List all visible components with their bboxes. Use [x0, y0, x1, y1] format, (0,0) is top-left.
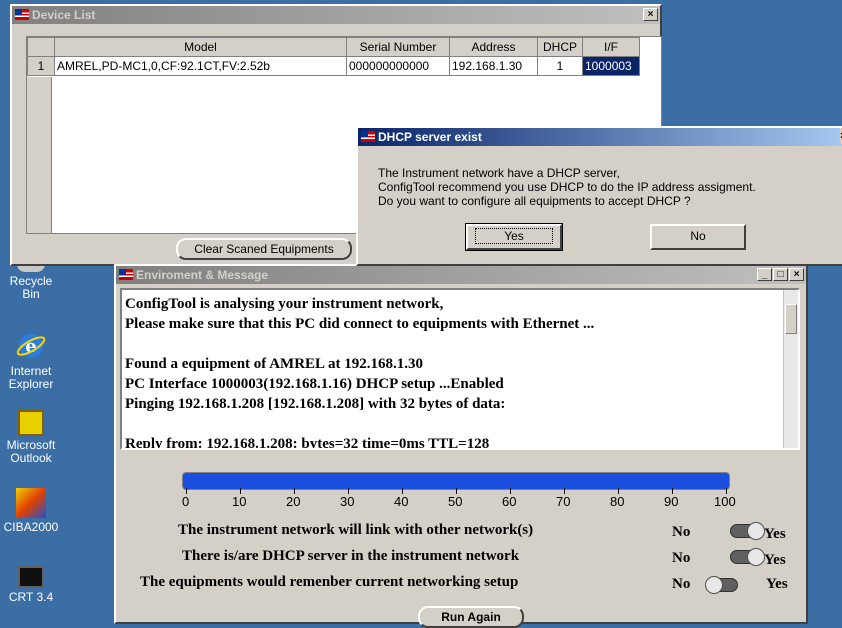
close-button[interactable]: ×: [643, 8, 658, 21]
desktop-icon-label: CIBA2000: [3, 520, 59, 534]
app-flag-icon: [119, 269, 133, 280]
progress-tick-label: 100: [714, 494, 736, 509]
row-header-strip: [27, 77, 52, 233]
table-header-row: Model Serial Number Address DHCP I/F: [27, 37, 640, 57]
column-header-dhcp[interactable]: DHCP: [537, 37, 583, 57]
progress-tick-label: 10: [232, 494, 247, 509]
column-header-model[interactable]: Model: [54, 37, 347, 57]
option-toggle-dhcp-server[interactable]: [730, 548, 765, 566]
log-line: Reply from: 192.168.1.208: bytes=32 time…: [125, 436, 490, 450]
close-button[interactable]: ×: [789, 268, 804, 281]
option-no-label: No: [672, 524, 691, 540]
desktop-icon-internet-explorer[interactable]: e Internet Explorer: [0, 330, 62, 391]
app-flag-icon: [361, 131, 375, 142]
option-toggle-remember-setup[interactable]: [705, 576, 738, 594]
dialog-line: Do you want to configure all equipments …: [378, 194, 691, 208]
progress-tick-label: 50: [448, 494, 463, 509]
progress-tick-label: 0: [182, 494, 190, 509]
environment-window: Enviroment & Message _ □ × ConfigTool is…: [114, 264, 808, 628]
window-title: Device List: [32, 8, 96, 22]
column-header-if[interactable]: I/F: [582, 37, 640, 57]
progress-tick-label: 80: [610, 494, 625, 509]
desktop-icon-outlook[interactable]: Microsoft Outlook: [0, 410, 62, 465]
option-yes-label: Yes: [764, 552, 786, 568]
scroll-thumb[interactable]: [785, 304, 797, 334]
internet-explorer-icon: e: [15, 330, 47, 362]
progress-tick-label: 70: [556, 494, 571, 509]
log-scrollbar[interactable]: [783, 290, 798, 448]
header-corner: [27, 37, 55, 57]
progress-tick-label: 20: [286, 494, 301, 509]
log-line: PC Interface 1000003(192.168.1.16) DHCP …: [125, 376, 504, 392]
environment-titlebar: Enviroment & Message _ □ ×: [116, 266, 806, 284]
log-line: Found a equipment of AMREL at 192.168.1.…: [125, 356, 423, 372]
table-row[interactable]: 1 AMREL,PD-MC1,0,CF:92.1CT,FV:2.52b 0000…: [27, 56, 640, 76]
dialog-line: The Instrument network have a DHCP serve…: [378, 166, 620, 180]
cell-dhcp[interactable]: 1: [537, 56, 583, 76]
desktop-icon-label: Microsoft Outlook: [6, 438, 56, 465]
progress-tick-label: 30: [340, 494, 355, 509]
device-list-titlebar: Device List ×: [12, 6, 660, 24]
desktop-icon-recycle-bin[interactable]: Recycle Bin: [0, 252, 62, 301]
dialog-title: DHCP server exist: [378, 130, 482, 144]
yes-label: Yes: [475, 228, 553, 244]
cell-serial[interactable]: 000000000000: [346, 56, 450, 76]
dialog-yes-button[interactable]: Yes: [465, 223, 563, 251]
progress-tick-label: 90: [664, 494, 679, 509]
column-header-address[interactable]: Address: [449, 37, 538, 57]
dialog-message: The Instrument network have a DHCP serve…: [378, 166, 756, 208]
clear-scanned-label: Clear Scaned Equipments: [194, 242, 334, 256]
app-flag-icon: [15, 9, 29, 20]
option-yes-label: Yes: [764, 526, 786, 542]
no-label: No: [690, 229, 706, 243]
option-label: The equipments would remenber current ne…: [140, 574, 519, 590]
cell-model[interactable]: AMREL,PD-MC1,0,CF:92.1CT,FV:2.52b: [54, 56, 347, 76]
device-table: Model Serial Number Address DHCP I/F 1 A…: [27, 37, 640, 76]
cell-address[interactable]: 192.168.1.30: [449, 56, 538, 76]
desktop-icon-ciba2000[interactable]: CIBA2000: [0, 488, 62, 534]
desktop-icon-label: Recycle Bin: [9, 274, 53, 301]
log-line: ConfigTool is analysing your instrument …: [125, 296, 444, 312]
column-header-serial[interactable]: Serial Number: [346, 37, 450, 57]
dialog-no-button[interactable]: No: [650, 224, 746, 250]
option-no-label: No: [672, 550, 691, 566]
option-toggle-link-network[interactable]: [730, 522, 765, 540]
log-text: ConfigTool is analysing your instrument …: [125, 294, 595, 450]
cell-if[interactable]: 1000003: [582, 56, 640, 76]
minimize-button[interactable]: _: [757, 268, 772, 281]
progress-tick-label: 60: [502, 494, 517, 509]
message-log[interactable]: ConfigTool is analysing your instrument …: [120, 288, 800, 450]
ciba2000-icon: [16, 488, 46, 518]
option-label: There is/are DHCP server in the instrume…: [182, 548, 520, 564]
dialog-line: ConfigTool recommend you use DHCP to do …: [378, 180, 756, 194]
desktop-icon-label: Internet Explorer: [8, 364, 54, 391]
progress-tick-label: 40: [394, 494, 409, 509]
run-again-label: Run Again: [441, 610, 501, 624]
option-label: The instrument network will link with ot…: [178, 522, 534, 538]
run-again-button[interactable]: Run Again: [418, 606, 524, 628]
dhcp-dialog: DHCP server exist × The Instrument netwo…: [356, 126, 842, 266]
progress-fill: [183, 473, 729, 489]
option-yes-label: Yes: [766, 576, 788, 592]
desktop-icon-crt[interactable]: CRT 3.4: [0, 566, 62, 604]
outlook-icon: [18, 410, 44, 436]
log-line: Pinging 192.168.1.208 [192.168.1.208] wi…: [125, 396, 506, 412]
crt-icon: [18, 566, 44, 588]
option-no-label: No: [672, 576, 691, 592]
maximize-button[interactable]: □: [773, 268, 788, 281]
window-title: Enviroment & Message: [136, 268, 269, 282]
desktop-icon-label: CRT 3.4: [8, 590, 54, 604]
row-index: 1: [27, 56, 55, 76]
log-line: Please make sure that this PC did connec…: [125, 316, 595, 332]
dhcp-dialog-titlebar: DHCP server exist ×: [358, 128, 842, 146]
clear-scanned-button[interactable]: Clear Scaned Equipments: [176, 238, 352, 260]
progress-scale: 0 10 20 30 40 50 60 70 80 90 100: [182, 488, 736, 509]
